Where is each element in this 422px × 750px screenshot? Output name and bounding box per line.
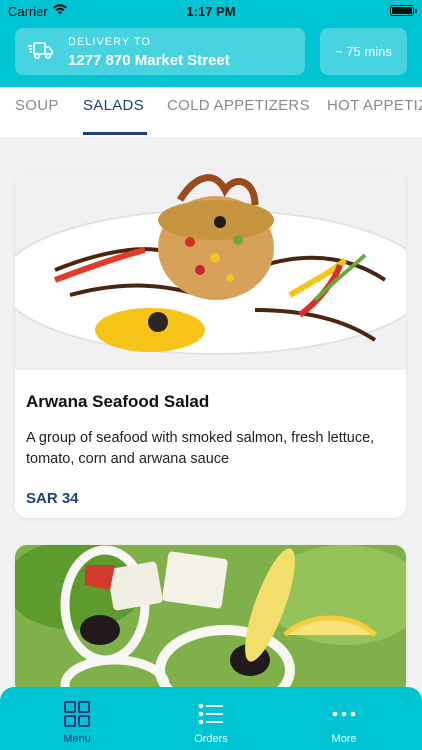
nav-more-label: More bbox=[331, 733, 357, 745]
category-tabs: SOUP SALADS COLD APPETIZERS HOT APPETIZ bbox=[0, 87, 422, 137]
list-icon bbox=[198, 703, 223, 725]
bottom-tab-bar: Menu Orders More bbox=[0, 687, 422, 750]
nav-menu[interactable]: Menu bbox=[7, 687, 147, 750]
tab-hot-appetizers[interactable]: HOT APPETIZ bbox=[327, 97, 422, 114]
more-icon bbox=[332, 711, 356, 717]
tab-soup[interactable]: SOUP bbox=[15, 97, 59, 114]
salad-photo bbox=[15, 170, 406, 370]
app-header: Carrier 1:17 PM DELIVERY TO 1277 870 Mar… bbox=[0, 0, 422, 87]
menu-item-card[interactable]: Arwana Seafood Salad A group of seafood … bbox=[15, 170, 406, 518]
nav-more[interactable]: More bbox=[274, 687, 414, 750]
tab-cold-appetizers[interactable]: COLD APPETIZERS bbox=[167, 97, 310, 114]
nav-menu-label: Menu bbox=[63, 733, 91, 745]
delivery-address-button[interactable]: DELIVERY TO 1277 870 Market Street bbox=[15, 28, 305, 75]
eta-label: ~ 75 mins bbox=[335, 44, 392, 59]
nav-orders[interactable]: Orders bbox=[141, 687, 281, 750]
delivery-address: 1277 870 Market Street bbox=[68, 52, 230, 69]
delivery-label: DELIVERY TO bbox=[68, 36, 151, 48]
item-price: SAR 34 bbox=[26, 490, 79, 507]
item-description: A group of seafood with smoked salmon, f… bbox=[26, 430, 375, 467]
menu-item-card[interactable] bbox=[15, 545, 406, 695]
eta-button[interactable]: ~ 75 mins bbox=[320, 28, 407, 75]
delivery-truck-icon bbox=[28, 42, 53, 60]
item-title: Arwana Seafood Salad bbox=[26, 392, 210, 411]
nav-orders-label: Orders bbox=[194, 733, 228, 745]
status-bar: Carrier 1:17 PM bbox=[0, 0, 422, 22]
grid-icon bbox=[64, 701, 90, 727]
tab-salads[interactable]: SALADS bbox=[83, 97, 144, 114]
battery-icon bbox=[390, 5, 417, 16]
salad-photo bbox=[15, 545, 406, 695]
active-tab-indicator bbox=[83, 132, 147, 135]
clock: 1:17 PM bbox=[186, 4, 236, 19]
